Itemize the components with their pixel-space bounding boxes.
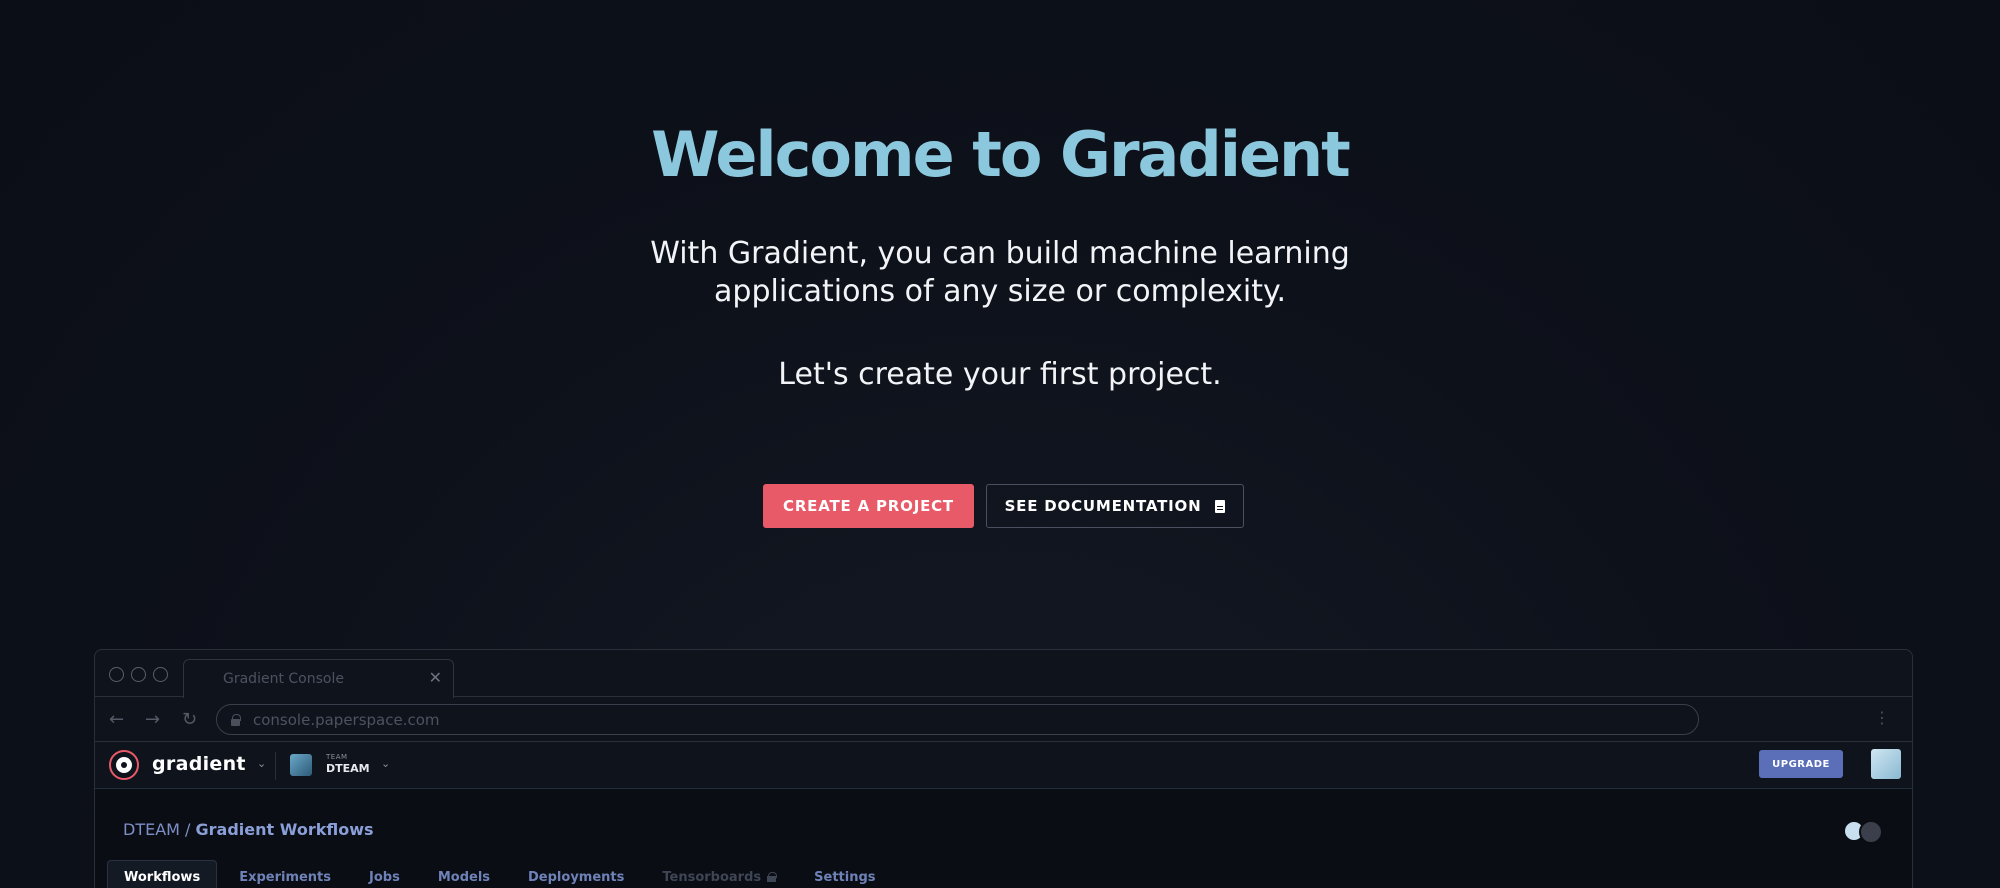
forward-arrow-icon[interactable]: → bbox=[145, 709, 160, 730]
gradient-logo-text: gradient bbox=[152, 753, 246, 775]
upgrade-button[interactable]: UPGRADE bbox=[1759, 750, 1843, 778]
user-avatar[interactable] bbox=[1871, 749, 1901, 779]
team-name[interactable]: DTEAM bbox=[326, 762, 370, 775]
tab-models[interactable]: Models bbox=[422, 860, 506, 888]
app-top-bar: gradient ⌄ TEAM DTEAM ⌄ UPGRADE bbox=[95, 742, 1912, 789]
breadcrumb-project: Gradient Workflows bbox=[195, 820, 374, 839]
chevron-down-icon[interactable]: ⌄ bbox=[257, 757, 266, 770]
breadcrumb-separator: / bbox=[185, 820, 191, 839]
create-project-button[interactable]: CREATE A PROJECT bbox=[763, 484, 974, 528]
url-text: console.paperspace.com bbox=[253, 711, 440, 729]
tab-tensorboards-label: Tensorboards bbox=[662, 869, 762, 885]
hero-subtitle-line-1: With Gradient, you can build machine lea… bbox=[650, 236, 1350, 271]
close-icon[interactable]: ✕ bbox=[429, 668, 442, 687]
breadcrumb-team[interactable]: DTEAM bbox=[123, 820, 180, 839]
tab-jobs[interactable]: Jobs bbox=[353, 860, 416, 888]
browser-tab[interactable]: Gradient Console ✕ bbox=[183, 659, 454, 698]
back-arrow-icon[interactable]: ← bbox=[109, 709, 124, 730]
url-input[interactable]: console.paperspace.com bbox=[216, 704, 1699, 735]
project-tabs: Workflows Experiments Jobs Models Deploy… bbox=[107, 860, 898, 888]
app-content: DTEAM / Gradient Workflows Workflows Exp… bbox=[95, 789, 1912, 888]
breadcrumb: DTEAM / Gradient Workflows bbox=[123, 820, 374, 839]
window-close-dot[interactable] bbox=[109, 667, 124, 682]
hero-subtitle-line-2: applications of any size or complexity. bbox=[714, 274, 1286, 309]
hero-cta-text: Let's create your first project. bbox=[778, 357, 1222, 392]
see-documentation-button[interactable]: SEE DOCUMENTATION bbox=[986, 484, 1244, 528]
team-chevron-down-icon[interactable]: ⌄ bbox=[381, 757, 390, 770]
window-minimize-dot[interactable] bbox=[131, 667, 146, 682]
tab-tensorboards[interactable]: Tensorboards bbox=[646, 860, 792, 888]
see-documentation-button-label: SEE DOCUMENTATION bbox=[1004, 497, 1202, 515]
document-icon bbox=[1215, 499, 1226, 513]
divider bbox=[275, 752, 276, 780]
window-maximize-dot[interactable] bbox=[153, 667, 168, 682]
team-label: TEAM bbox=[326, 753, 348, 761]
hero-subtitle: With Gradient, you can build machine lea… bbox=[0, 235, 2000, 311]
tab-deployments[interactable]: Deployments bbox=[512, 860, 640, 888]
browser-tab-bar: Gradient Console ✕ bbox=[95, 650, 1912, 698]
team-avatar[interactable] bbox=[290, 754, 312, 776]
collaborator-avatars[interactable] bbox=[1843, 820, 1885, 844]
tab-settings[interactable]: Settings bbox=[798, 860, 891, 888]
tab-workflows[interactable]: Workflows bbox=[107, 860, 218, 888]
reload-icon[interactable]: ↻ bbox=[182, 709, 197, 730]
hero-title: Welcome to Gradient bbox=[651, 118, 1351, 191]
avatar bbox=[1859, 820, 1883, 844]
browser-menu-icon[interactable]: ⋮ bbox=[1874, 708, 1890, 727]
lock-icon bbox=[767, 872, 778, 882]
lock-icon bbox=[231, 714, 241, 726]
create-project-button-label: CREATE A PROJECT bbox=[783, 497, 954, 515]
browser-mockup: Gradient Console ✕ ← → ↻ console.papersp… bbox=[94, 649, 1913, 888]
browser-address-bar: ← → ↻ console.paperspace.com ⋮ bbox=[95, 697, 1912, 742]
tab-experiments[interactable]: Experiments bbox=[223, 860, 347, 888]
browser-tab-title: Gradient Console bbox=[223, 671, 344, 687]
window-controls bbox=[109, 667, 168, 682]
gradient-logo-icon[interactable] bbox=[109, 750, 139, 780]
